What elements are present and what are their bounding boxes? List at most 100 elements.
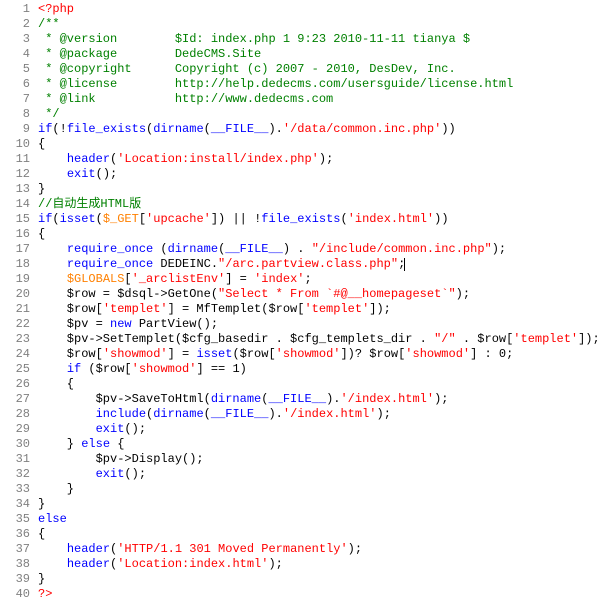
token: file_exists [67,122,146,136]
code-line[interactable]: } [38,572,600,587]
code-line[interactable]: * @package DedeCMS.Site [38,47,600,62]
token: isset [196,347,232,361]
token: 'Location:install/index.php' [117,152,319,166]
code-line[interactable]: } [38,482,600,497]
code-line[interactable]: * @copyright Copyright (c) 2007 - 2010, … [38,62,600,77]
token: //自动生成HTML版 [38,197,141,211]
code-line[interactable]: /** [38,17,600,32]
code-line[interactable]: $GLOBALS['_arclistEnv'] = 'index'; [38,272,600,287]
token: $row[ [38,347,103,361]
token: 'Location:index.html' [117,557,268,571]
token: ])? $row[ [340,347,405,361]
code-line[interactable]: { [38,137,600,152]
token: (! [52,122,66,136]
token: PartView(); [132,317,218,331]
token: * @copyright Copyright (c) 2007 - 2010, … [38,62,456,76]
token [38,362,67,376]
code-line[interactable]: } [38,497,600,512]
code-line[interactable]: require_once DEDEINC."/arc.partview.clas… [38,257,600,272]
token: exit [96,467,125,481]
line-number: 7 [6,92,30,107]
code-line[interactable]: exit(); [38,467,600,482]
code-line[interactable]: { [38,527,600,542]
token: ; [304,272,311,286]
token: ] : 0; [470,347,513,361]
token: $GLOBALS [67,272,125,286]
code-line[interactable]: exit(); [38,167,600,182]
code-line[interactable]: $row = $dsql->GetOne("Select * From `#@_… [38,287,600,302]
token: header [67,152,110,166]
line-number: 40 [6,587,30,602]
token: } [38,482,74,496]
token: (); [124,422,146,436]
token: 'showmod' [132,362,197,376]
token: 'templet' [304,302,369,316]
code-line[interactable]: ?> [38,587,600,602]
code-editor[interactable]: 1234567891011121314151617181920212223242… [0,0,603,604]
code-line[interactable]: * @license http://help.dedecms.com/users… [38,77,600,92]
token: dirname [153,122,203,136]
token: if [67,362,81,376]
token: "/arc.partview.class.php" [218,257,398,271]
token: '/index.html' [340,392,434,406]
line-number: 25 [6,362,30,377]
code-line[interactable]: * @link http://www.dedecms.com [38,92,600,107]
line-number: 26 [6,377,30,392]
token: ); [434,392,448,406]
code-line[interactable]: } else { [38,437,600,452]
token: { [38,377,74,391]
token: ); [492,242,506,256]
line-number: 37 [6,542,30,557]
code-line[interactable]: //自动生成HTML版 [38,197,600,212]
token: '_arclistEnv' [132,272,226,286]
code-line[interactable]: header('HTTP/1.1 301 Moved Permanently')… [38,542,600,557]
line-number: 27 [6,392,30,407]
line-number: 14 [6,197,30,212]
token [38,272,67,286]
code-line[interactable]: $pv->SetTemplet($cfg_basedir . $cfg_temp… [38,332,600,347]
token: ($row[ [232,347,275,361]
code-line[interactable]: require_once (dirname(__FILE__) . "/incl… [38,242,600,257]
code-line[interactable]: $row['showmod'] = isset($row['showmod'])… [38,347,600,362]
code-line[interactable]: else [38,512,600,527]
token: "/include/common.inc.php" [312,242,492,256]
code-line[interactable]: $pv = new PartView(); [38,317,600,332]
code-line[interactable]: * @version $Id: index.php 1 9:23 2010-11… [38,32,600,47]
token: ( [96,212,103,226]
code-line[interactable]: if ($row['showmod'] == 1) [38,362,600,377]
code-line[interactable]: { [38,377,600,392]
code-line[interactable]: $row['templet'] = MfTemplet($row['temple… [38,302,600,317]
code-line[interactable]: include(dirname(__FILE__).'/index.html')… [38,407,600,422]
line-number: 33 [6,482,30,497]
code-line[interactable]: } [38,182,600,197]
token: ). [268,122,282,136]
code-content[interactable]: <?php/** * @version $Id: index.php 1 9:2… [38,0,600,604]
line-number: 35 [6,512,30,527]
line-number: 15 [6,212,30,227]
code-line[interactable]: */ [38,107,600,122]
token: ( [153,242,167,256]
token: header [67,542,110,556]
token: 'showmod' [276,347,341,361]
line-number: 11 [6,152,30,167]
token [38,407,96,421]
line-number: 38 [6,557,30,572]
token: ). [326,392,340,406]
token: * @link http://www.dedecms.com [38,92,333,106]
code-line[interactable]: <?php [38,2,600,17]
token: ]); [578,332,600,346]
line-number: 3 [6,32,30,47]
code-line[interactable]: if(isset($_GET['upcache']) || !file_exis… [38,212,600,227]
code-line[interactable]: header('Location:index.html'); [38,557,600,572]
code-line[interactable]: $pv->SaveToHtml(dirname(__FILE__).'/inde… [38,392,600,407]
code-line[interactable]: header('Location:install/index.php'); [38,152,600,167]
code-line[interactable]: { [38,227,600,242]
token: . $row[ [456,332,514,346]
code-line[interactable]: exit(); [38,422,600,437]
code-line[interactable]: $pv->Display(); [38,452,600,467]
token [38,257,67,271]
line-number: 17 [6,242,30,257]
token: header [67,557,110,571]
code-line[interactable]: if(!file_exists(dirname(__FILE__).'/data… [38,122,600,137]
line-number: 29 [6,422,30,437]
